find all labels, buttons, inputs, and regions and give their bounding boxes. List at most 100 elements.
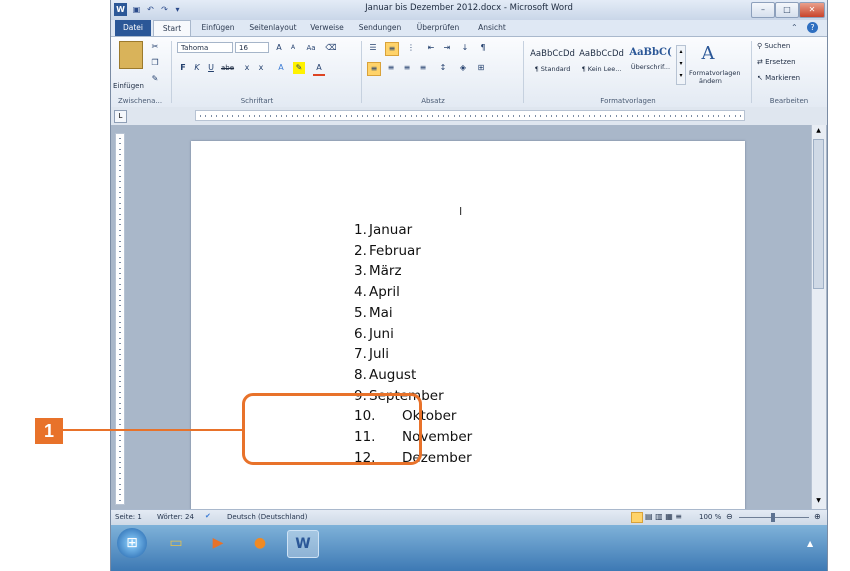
bold-button[interactable]: F [177,62,189,74]
ruler-tick [119,186,121,188]
show-formatting-icon[interactable]: ¶ [477,42,489,54]
ruler-tick [448,115,450,117]
tray-expand-icon[interactable]: ▲ [807,539,813,548]
explorer-taskbar-icon[interactable]: ▭ [161,530,191,556]
tab-ueberpruefen[interactable]: Überprüfen [411,20,465,36]
format-painter-icon[interactable]: ✎ [149,73,161,85]
tab-datei[interactable]: Datei [115,20,151,36]
increase-indent-icon[interactable]: ⇥ [441,42,453,54]
paste-icon[interactable] [119,41,143,69]
firefox-taskbar-icon[interactable]: ● [245,530,275,556]
vertical-ruler[interactable] [115,133,125,505]
scrollbar-thumb[interactable] [813,139,824,289]
numbering-icon[interactable]: ≡ [385,42,399,56]
ruler-tick [119,408,121,409]
zoom-slider-thumb[interactable] [771,513,775,522]
style-ueberschrift[interactable]: AaBbC( Überschrif... [627,46,674,80]
minimize-ribbon-icon[interactable]: ⌃ [791,23,798,32]
align-left-icon[interactable]: ≡ [367,62,381,76]
horizontal-ruler[interactable] [195,110,745,121]
style-preview: AaBbCcDd [530,49,575,59]
help-icon[interactable]: ? [807,22,818,33]
font-name-box[interactable]: Tahoma [177,42,233,53]
minimize-button[interactable]: – [751,2,775,18]
tab-selector[interactable]: L [114,110,127,123]
list-item-text: August [369,366,417,383]
scroll-up-icon[interactable]: ▲ [814,127,823,136]
word-count[interactable]: Wörter: 24 [157,513,194,521]
zoom-level[interactable]: 100 % [699,513,721,521]
list-item-text: Mai [369,304,393,321]
style-name: ¶ Kein Lee... [581,65,622,73]
page-count[interactable]: Seite: 1 [115,513,142,521]
zoom-in-icon[interactable]: ⊕ [814,512,821,521]
word-taskbar-icon[interactable]: W [287,530,319,558]
line-spacing-icon[interactable]: ↕ [437,62,449,74]
underline-button[interactable]: U [205,62,217,74]
replace-button[interactable]: ⇄ Ersetzen [757,58,796,66]
clear-formatting-icon[interactable]: ⌫ [325,42,337,54]
tab-verweise[interactable]: Verweise [305,20,349,36]
select-button[interactable]: ↖ Markieren [757,74,800,82]
find-button[interactable]: ⚲ Suchen [757,42,790,50]
tab-sendungen[interactable]: Sendungen [355,20,405,36]
align-center-icon[interactable]: ≡ [385,62,397,74]
align-right-icon[interactable]: ≡ [401,62,413,74]
media-player-taskbar-icon[interactable]: ▶ [203,530,233,556]
ruler-tick [626,115,628,117]
change-case-icon[interactable]: Aa [305,42,317,54]
style-kein-leerraum[interactable]: AaBbCcDd ¶ Kein Lee... [578,46,625,80]
highlight-color-icon[interactable]: ✎ [293,62,305,74]
justify-icon[interactable]: ≡ [417,62,429,74]
ruler-tick [437,115,439,117]
change-styles-label-2[interactable]: ändern [699,77,722,85]
ruler-tick [453,115,455,117]
proofing-icon[interactable]: ✔ [205,512,211,520]
shrink-font-icon[interactable]: A [287,42,299,54]
multilevel-list-icon[interactable]: ⋮ [405,42,417,54]
ruler-tick [119,370,121,372]
ruler-tick [421,115,423,117]
start-button-icon[interactable]: ⊞ [117,528,147,558]
tab-seitenlayout[interactable]: Seitenlayout [245,20,301,36]
grow-font-icon[interactable]: A [273,42,285,54]
language-indicator[interactable]: Deutsch (Deutschland) [227,513,307,521]
tab-ansicht[interactable]: Ansicht [471,20,513,36]
tab-einfuegen[interactable]: Einfügen [195,20,241,36]
close-button[interactable]: ✕ [799,2,825,18]
change-styles-label-1[interactable]: Formatvorlagen [689,69,740,77]
paste-button[interactable]: Einfügen [113,82,144,90]
shading-icon[interactable]: ◈ [457,62,469,74]
cut-icon[interactable]: ✂ [149,41,161,53]
ruler-tick [119,246,121,247]
italic-button[interactable]: K [191,62,203,74]
ruler-tick [329,115,331,117]
ruler-tick [621,115,623,117]
ruler-tick [642,115,644,117]
styles-gallery-scroll[interactable]: ▴ ▾ ▾ [676,45,686,85]
maximize-button[interactable]: □ [775,2,799,18]
font-size-box[interactable]: 16 [235,42,269,53]
vertical-scrollbar[interactable]: ▲ ▼ [811,125,826,509]
view-buttons-icon[interactable]: ▤ ▥ ▦ ≡ [645,512,682,521]
subscript-icon[interactable]: x [241,62,253,74]
font-color-icon[interactable]: A [313,62,325,76]
change-styles-icon[interactable]: A [693,43,723,65]
print-layout-icon[interactable] [631,512,643,523]
ruler-tick [119,219,121,220]
decrease-indent-icon[interactable]: ⇤ [425,42,437,54]
scroll-down-icon[interactable]: ▼ [814,497,823,506]
ruler-tick [119,343,121,345]
zoom-out-icon[interactable]: ⊖ [726,512,733,521]
copy-icon[interactable]: ❐ [149,57,161,69]
tab-start[interactable]: Start [153,20,191,36]
text-effects-icon[interactable]: A [275,62,287,74]
superscript-icon[interactable]: x [255,62,267,74]
ruler-tick [119,381,121,382]
style-standard[interactable]: AaBbCcDd ¶ Standard [529,46,576,80]
bullets-icon[interactable]: ☰ [367,42,379,54]
sort-icon[interactable]: ↓ [459,42,471,54]
ruler-tick [119,499,121,501]
strikethrough-button[interactable]: abe [221,64,234,72]
borders-icon[interactable]: ⊞ [475,62,487,74]
